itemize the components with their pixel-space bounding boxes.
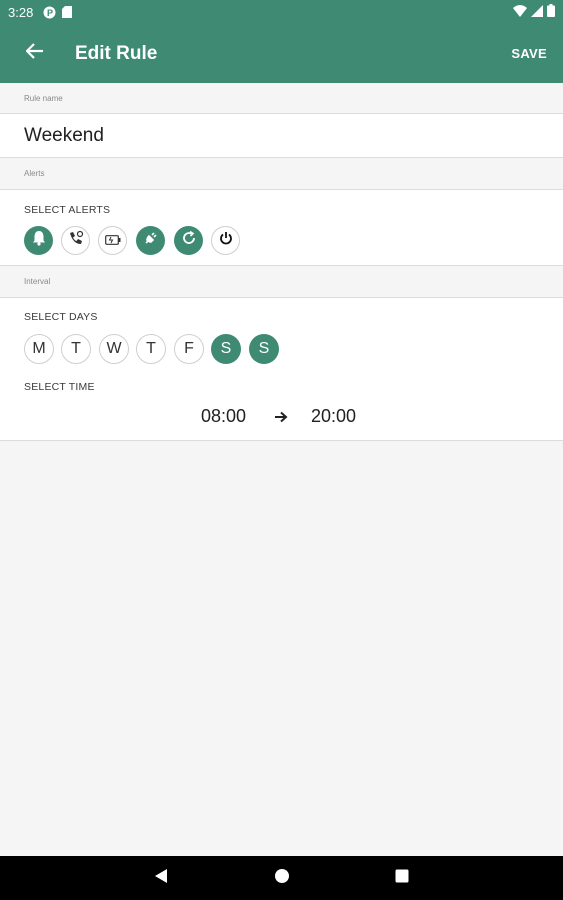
svg-text:P: P <box>47 8 53 18</box>
interval-header: Interval <box>24 277 51 286</box>
status-time: 3:28 <box>8 4 34 20</box>
select-days-label: SELECT DAYS <box>24 311 98 323</box>
alerts-card: SELECT ALERTS <box>0 189 563 266</box>
rule-name-card: Weekend <box>0 113 563 158</box>
phone-call-icon <box>68 230 84 251</box>
status-bar: 3:28 P <box>0 0 563 24</box>
signal-icon <box>531 4 543 20</box>
power-icon <box>219 231 233 250</box>
sd-card-icon <box>62 6 73 18</box>
nav-home-button[interactable] <box>252 856 312 900</box>
notification-p-icon: P <box>43 6 56 19</box>
arrow-right-icon <box>274 410 288 428</box>
reload-icon <box>181 230 197 251</box>
plug-icon <box>143 230 159 251</box>
back-button[interactable] <box>0 24 70 83</box>
alerts-header: Alerts <box>24 169 45 178</box>
select-time-label: SELECT TIME <box>24 381 95 393</box>
alert-power-toggle[interactable] <box>211 226 240 255</box>
alert-bell-toggle[interactable] <box>24 226 53 255</box>
select-alerts-label: SELECT ALERTS <box>24 204 111 216</box>
bell-icon <box>32 230 46 251</box>
end-time[interactable]: 20:00 <box>311 406 356 427</box>
day-friday[interactable]: F <box>174 334 204 364</box>
rule-name-field[interactable]: Weekend <box>24 125 104 147</box>
day-monday[interactable]: M <box>24 334 54 364</box>
status-right-icons <box>513 4 555 20</box>
alert-phone-toggle[interactable] <box>61 226 90 255</box>
day-saturday[interactable]: S <box>211 334 241 364</box>
nav-recents-button[interactable] <box>372 856 432 900</box>
alert-reload-toggle[interactable] <box>174 226 203 255</box>
wifi-icon <box>513 4 527 20</box>
alert-plug-toggle[interactable] <box>136 226 165 255</box>
navigation-bar <box>0 856 563 900</box>
day-sunday[interactable]: S <box>249 334 279 364</box>
nav-back-button[interactable] <box>131 856 191 900</box>
arrow-back-icon <box>25 43 44 64</box>
day-thursday[interactable]: T <box>136 334 166 364</box>
triangle-back-icon <box>154 868 168 889</box>
square-recents-icon <box>395 869 409 888</box>
interval-card: SELECT DAYS M T W T F S S SELECT TIME 08… <box>0 297 563 441</box>
start-time[interactable]: 08:00 <box>201 406 246 427</box>
save-button[interactable]: SAVE <box>511 46 547 61</box>
page-title: Edit Rule <box>75 42 158 64</box>
battery-low-icon <box>104 232 121 250</box>
circle-home-icon <box>274 868 290 889</box>
alert-battery-toggle[interactable] <box>98 226 127 255</box>
day-wednesday[interactable]: W <box>99 334 129 364</box>
battery-icon <box>547 4 555 20</box>
app-bar: Edit Rule SAVE <box>0 24 563 83</box>
day-tuesday[interactable]: T <box>61 334 91 364</box>
rule-name-header: Rule name <box>24 94 63 103</box>
